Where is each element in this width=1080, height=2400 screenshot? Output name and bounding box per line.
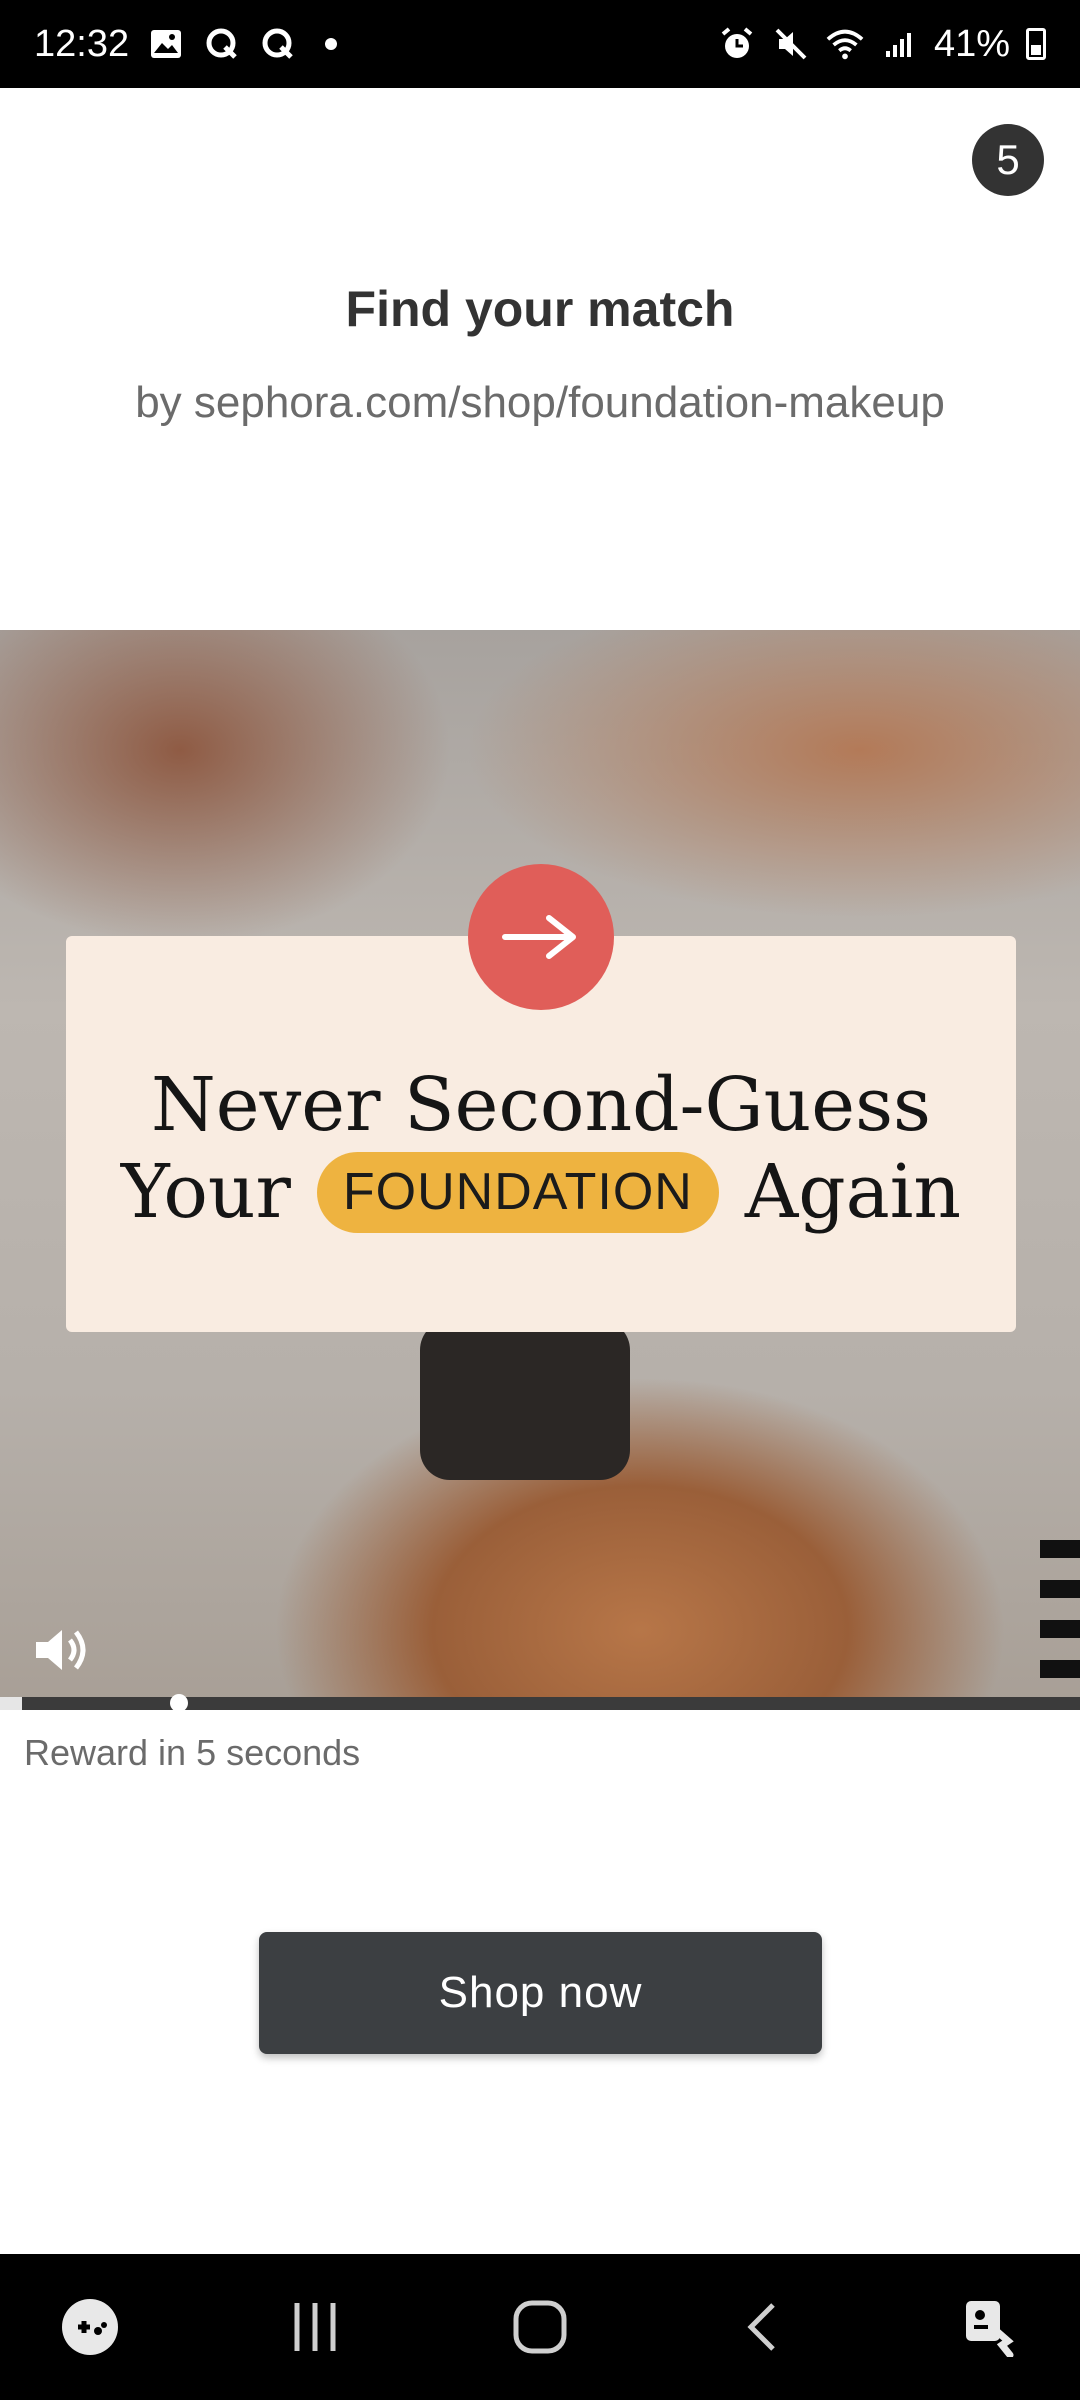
game-launcher-icon[interactable] (30, 2267, 150, 2387)
side-bars (1040, 1530, 1080, 1710)
alarm-icon (718, 25, 756, 63)
headline-again: Again (744, 1149, 962, 1235)
home-icon[interactable] (480, 2267, 600, 2387)
video-progress-bar[interactable] (0, 1694, 1080, 1710)
ad-source[interactable]: by sephora.com/shop/foundation-makeup (0, 378, 1080, 428)
video-progress-knob[interactable] (170, 1694, 188, 1710)
mute-icon (772, 25, 810, 63)
status-time: 12:32 (34, 22, 130, 65)
headline-your: Your (120, 1149, 291, 1235)
signal-icon (880, 25, 918, 63)
video-progress-fill (0, 1697, 22, 1710)
shop-now-button[interactable]: Shop now (259, 1932, 822, 2054)
gallery-icon (147, 25, 185, 63)
ad-video[interactable]: Never Second-Guess Your FOUNDATION Again (0, 630, 1080, 1710)
wifi-icon (826, 25, 864, 63)
brush-image (420, 1320, 630, 1480)
arrow-right-icon (468, 864, 614, 1010)
accessibility-icon[interactable] (930, 2267, 1050, 2387)
countdown-badge: 5 (972, 124, 1044, 196)
back-icon[interactable] (705, 2267, 825, 2387)
headline-line2: Your FOUNDATION Again (121, 1149, 961, 1236)
recent-apps-icon[interactable] (255, 2267, 375, 2387)
foundation-pill: FOUNDATION (316, 1151, 719, 1234)
ad-title: Find your match (345, 281, 735, 337)
status-bar: 12:32 41% (0, 0, 1080, 88)
reward-text: Reward in 5 seconds (24, 1732, 361, 1773)
navigation-bar (0, 2254, 1080, 2400)
notification-dot (325, 38, 338, 50)
q-app-icon (203, 25, 241, 63)
battery-icon (1026, 28, 1046, 60)
volume-icon[interactable] (30, 1620, 90, 1680)
q-app-icon (259, 25, 297, 63)
headline-line1: Never Second-Guess (150, 1061, 932, 1148)
battery-percent: 41% (933, 22, 1010, 65)
